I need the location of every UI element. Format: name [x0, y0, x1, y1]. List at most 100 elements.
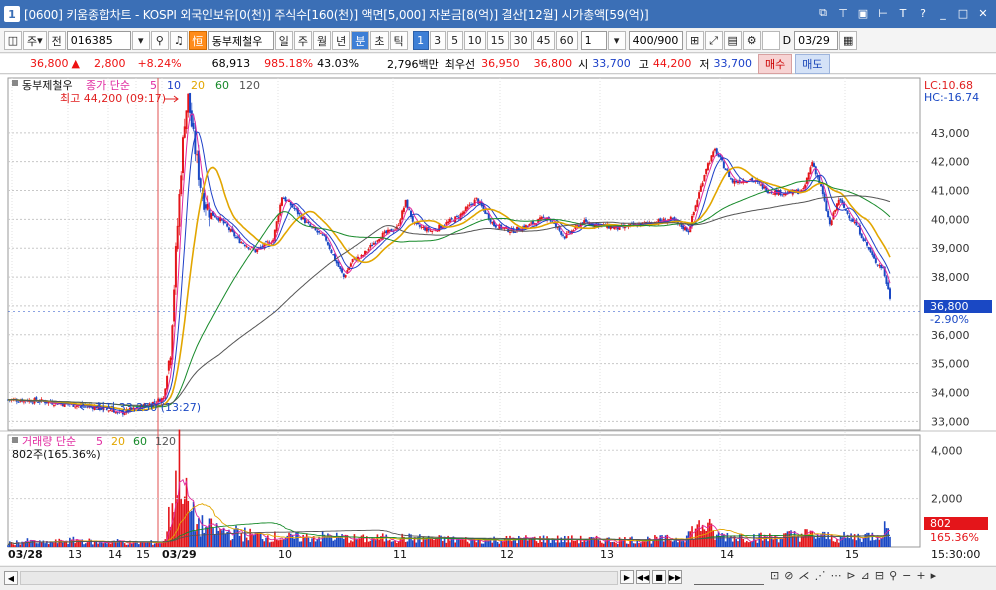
volume-bar — [282, 538, 285, 547]
candle-body — [692, 211, 695, 216]
settings-icon[interactable]: ⚙ — [742, 31, 761, 50]
prev-button[interactable]: 전 — [47, 31, 66, 50]
candle-body — [455, 215, 458, 217]
code-input[interactable]: 016385 — [66, 31, 131, 50]
help-icon[interactable]: ? — [916, 6, 930, 20]
line-icon[interactable]: ⊘ — [784, 569, 793, 582]
volume-bar — [385, 534, 388, 547]
candle-body — [584, 219, 587, 222]
share-icon[interactable]: ⊢ — [876, 6, 890, 20]
link-icon[interactable]: ⧉ — [816, 6, 830, 20]
layout-icon[interactable]: ◫ — [4, 31, 22, 50]
date-checkbox[interactable] — [761, 31, 780, 50]
save-icon[interactable]: ▤ — [723, 31, 742, 50]
candle-body — [846, 210, 849, 214]
tile-icon[interactable]: ▣ — [856, 6, 870, 20]
candle-body — [342, 273, 345, 277]
volume-bar — [579, 535, 582, 547]
volume-bar — [362, 534, 365, 547]
tf-year[interactable]: 년 — [332, 31, 351, 50]
open-label: 시 — [578, 57, 589, 71]
period-type-select[interactable]: 주 ▾ — [23, 31, 47, 50]
volume-bar — [526, 540, 529, 547]
channel-icon[interactable]: ⋯ — [830, 569, 841, 582]
minute-button-5[interactable]: 5 — [446, 31, 463, 50]
date-label: D — [782, 34, 792, 47]
crosshair-icon[interactable]: ⊡ — [770, 569, 779, 582]
zoom-slider[interactable] — [694, 570, 764, 585]
scroll-right-icon[interactable]: ▸ — [931, 569, 937, 582]
minute-button-60[interactable]: 60 — [555, 31, 578, 50]
candle-body — [266, 241, 269, 243]
buy-button[interactable]: 매수 — [758, 53, 793, 74]
minute-button-1[interactable]: 1 — [412, 31, 429, 50]
volume-bar — [148, 542, 151, 547]
code-dropdown-icon[interactable]: ▾ — [131, 31, 150, 50]
scroll-left-icon[interactable]: ◀ — [4, 571, 18, 585]
volume-tag-pct: 165.36% — [930, 531, 979, 544]
candle-body — [178, 193, 181, 227]
count-field[interactable]: 400/900 — [628, 31, 683, 50]
copy-icon[interactable]: ⊟ — [875, 569, 884, 582]
tf-minute[interactable]: 분 — [351, 31, 370, 50]
volume-bar — [47, 544, 50, 547]
volume-bar — [56, 543, 59, 547]
draw-icon[interactable]: ⤢ — [704, 31, 723, 50]
replay-control-0[interactable]: ▶ — [620, 570, 634, 584]
tf-second[interactable]: 초 — [370, 31, 389, 50]
trend-icon[interactable]: ⋌ — [798, 569, 809, 582]
scroll-track[interactable] — [20, 571, 618, 585]
speaker-icon[interactable]: ♫ — [169, 31, 188, 50]
replay-control-3[interactable]: ▶▶ — [668, 570, 682, 584]
zoom-out-icon[interactable]: − — [902, 569, 911, 582]
arrow-icon[interactable]: ⊿ — [861, 569, 870, 582]
stock-badge-icon[interactable]: 恒 — [188, 31, 207, 50]
date-input[interactable]: 03/29 — [794, 31, 839, 50]
candle-body — [542, 216, 545, 218]
custom-minute-input[interactable]: 1 — [580, 31, 607, 50]
volume-bar — [229, 540, 232, 547]
volume-bar — [873, 540, 875, 547]
zoom-in-icon[interactable]: + — [916, 569, 925, 582]
tf-tick[interactable]: 틱 — [389, 31, 408, 50]
tf-day[interactable]: 일 — [274, 31, 293, 50]
minute-button-3[interactable]: 3 — [429, 31, 446, 50]
maximize-icon[interactable]: □ — [956, 6, 970, 20]
custom-minute-dropdown-icon[interactable]: ▾ — [607, 31, 626, 50]
pin-icon[interactable]: ⊤ — [836, 6, 850, 20]
volume-bar — [655, 536, 658, 547]
price-chart[interactable]: 43,00042,00041,00040,00039,00038,00037,0… — [0, 75, 996, 565]
volume-bar — [61, 542, 64, 547]
minute-button-15[interactable]: 15 — [486, 31, 509, 50]
candle-body — [249, 248, 252, 250]
candle-body — [802, 187, 805, 189]
volume-bar — [249, 528, 251, 547]
search-icon[interactable]: ⚲ — [150, 31, 169, 50]
sell-button[interactable]: 매도 — [795, 53, 830, 74]
minute-button-30[interactable]: 30 — [509, 31, 532, 50]
tf-week[interactable]: 주 — [293, 31, 313, 50]
replay-controls: ▶ ◀◀ ■ ▶▶ — [620, 570, 682, 584]
calendar-icon[interactable]: ▦ — [839, 31, 858, 50]
indicator-icon[interactable]: ⊞ — [685, 31, 704, 50]
close-icon[interactable]: ✕ — [976, 6, 990, 20]
minute-button-10[interactable]: 10 — [463, 31, 486, 50]
volume-bar — [339, 536, 342, 547]
volume-bar — [387, 540, 389, 547]
replay-control-2[interactable]: ■ — [652, 570, 666, 584]
text-icon[interactable]: ⊳ — [846, 569, 855, 582]
candle-body — [245, 246, 248, 248]
zoom-icon[interactable]: ⚲ — [889, 569, 897, 582]
tf-month[interactable]: 월 — [313, 31, 332, 50]
volume-bar — [219, 528, 221, 547]
candle-body — [708, 162, 711, 164]
volume-bar — [251, 534, 253, 547]
replay-control-1[interactable]: ◀◀ — [636, 570, 650, 584]
fibo-icon[interactable]: ⋰ — [814, 569, 825, 582]
candle-body — [563, 236, 566, 239]
font-icon[interactable]: T — [896, 6, 910, 20]
minute-button-45[interactable]: 45 — [532, 31, 555, 50]
minimize-icon[interactable]: _ — [936, 6, 950, 20]
ask-price: 36,800 — [533, 57, 573, 70]
candle-body — [821, 186, 824, 195]
